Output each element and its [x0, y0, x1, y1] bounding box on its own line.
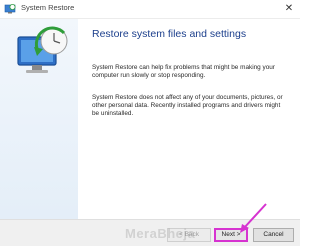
page-heading: Restore system files and settings	[92, 28, 247, 40]
side-panel	[0, 19, 78, 219]
pointer-arrow-icon	[240, 203, 267, 233]
watermark: MeraBheja	[125, 226, 196, 241]
system-restore-illustration	[17, 26, 68, 73]
description-paragraph-2: System Restore does not affect any of yo…	[92, 94, 283, 118]
close-icon[interactable]: ✕	[283, 3, 295, 15]
system-restore-icon	[4, 4, 16, 14]
window-title: System Restore	[21, 3, 75, 12]
description-paragraph-1: System Restore can help fix problems tha…	[92, 64, 275, 80]
system-restore-window: System Restore ✕ Restore system files an…	[0, 0, 300, 246]
title-bar: System Restore ✕	[0, 0, 300, 19]
